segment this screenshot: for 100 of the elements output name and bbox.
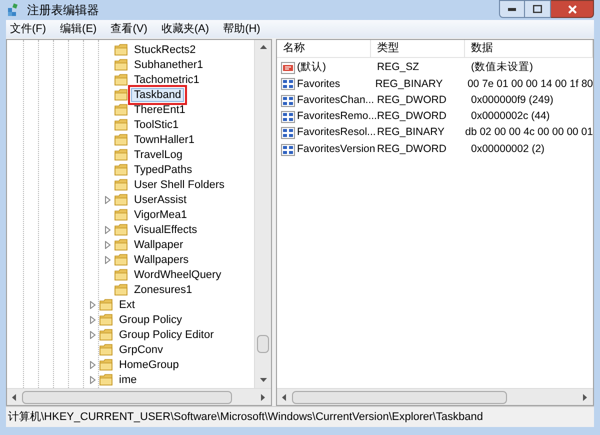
tree-item[interactable]: Group Policy Editor xyxy=(116,328,217,342)
horizontal-scrollbar[interactable] xyxy=(277,388,593,405)
folder-icon xyxy=(114,118,128,131)
scrollbar-thumb[interactable] xyxy=(257,335,269,353)
expand-arrow-icon[interactable] xyxy=(105,256,111,264)
binary-value-icon xyxy=(281,127,295,140)
table-cell-text: FavoritesResol... xyxy=(297,125,376,140)
binary-value-icon xyxy=(281,111,295,124)
tree-item[interactable]: Ext xyxy=(116,298,138,312)
folder-icon xyxy=(114,148,128,161)
tree-item[interactable]: TypedPaths xyxy=(131,162,196,176)
menu-item[interactable]: 帮助(H) xyxy=(223,20,260,38)
tree-item[interactable]: WordWheelQuery xyxy=(131,268,224,282)
tree-item[interactable]: VigorMea1 xyxy=(131,208,190,222)
folder-icon xyxy=(99,313,113,326)
scrollbar-thumb[interactable] xyxy=(292,390,507,404)
tree-item[interactable]: ToolStic1 xyxy=(131,118,182,132)
tree-item[interactable]: GrpConv xyxy=(116,342,166,356)
expand-arrow-icon[interactable] xyxy=(90,360,96,368)
folder-icon xyxy=(114,73,128,86)
scroll-down-arrow-icon[interactable] xyxy=(260,377,266,384)
tree-item[interactable]: TownHaller1 xyxy=(131,132,198,146)
folder-icon xyxy=(114,223,128,236)
window-title: 注册表编辑器 xyxy=(27,2,99,19)
table-cell-text: 0x000000f9 (249) xyxy=(470,92,554,108)
expand-arrow-icon[interactable] xyxy=(90,376,96,384)
table-cell-text: REG_SZ xyxy=(376,60,420,76)
folder-icon xyxy=(114,208,128,221)
folder-icon xyxy=(99,373,113,386)
tree-item[interactable]: Wallpapers xyxy=(131,252,192,266)
tree-item[interactable]: VisualEffects xyxy=(131,222,200,236)
folder-icon xyxy=(114,103,128,116)
expand-arrow-icon[interactable] xyxy=(90,330,96,338)
string-value-icon xyxy=(281,62,295,74)
binary-value-icon xyxy=(281,144,295,156)
folder-icon xyxy=(114,283,128,296)
tree-item[interactable]: UserAssist xyxy=(131,192,190,206)
folder-icon xyxy=(114,268,128,281)
binary-value-icon xyxy=(281,78,295,90)
close-icon xyxy=(568,4,576,14)
tree-item[interactable]: Tachometric1 xyxy=(131,72,202,86)
table-cell-text: 0x00000002 (2) xyxy=(470,142,545,157)
table-cell-text: Favorites xyxy=(297,76,340,92)
folder-icon xyxy=(114,88,128,101)
menu-item[interactable]: 收藏夹(A) xyxy=(161,20,210,38)
menu-item[interactable]: 编辑(E) xyxy=(60,20,97,38)
vertical-scrollbar[interactable] xyxy=(254,40,271,388)
binary-value-icon xyxy=(281,94,295,107)
expand-arrow-icon[interactable] xyxy=(105,240,111,248)
table-cell-text: FavoritesChan... xyxy=(297,92,374,108)
folder-icon xyxy=(99,358,113,371)
expand-arrow-icon[interactable] xyxy=(105,226,111,234)
minimize-button[interactable] xyxy=(499,0,525,18)
tree-item[interactable]: User Shell Folders xyxy=(131,178,228,192)
scroll-right-arrow-icon[interactable] xyxy=(582,394,589,400)
close-button[interactable] xyxy=(551,0,594,18)
expand-arrow-icon[interactable] xyxy=(90,316,96,324)
table-cell-text: 0x0000002c (44) xyxy=(470,109,550,124)
folder-icon xyxy=(114,238,128,251)
folder-icon xyxy=(114,178,128,191)
status-bar: 计算机\HKEY_CURRENT_USER\Software\Microsoft\Windows\CurrentVersion\Explorer\Taskband xyxy=(6,406,594,427)
scroll-right-arrow-icon[interactable] xyxy=(260,394,267,400)
table-cell-text: REG_BINARY xyxy=(374,76,444,92)
column-header[interactable]: 名称 xyxy=(277,40,371,57)
minimize-icon xyxy=(508,8,516,10)
column-header[interactable]: 类型 xyxy=(371,40,465,57)
horizontal-scrollbar[interactable] xyxy=(7,388,271,405)
table-cell-text: 00 7e 01 00 00 14 00 1f 80 xyxy=(466,76,593,92)
scroll-up-arrow-icon[interactable] xyxy=(260,44,266,51)
tree-item[interactable]: Wallpaper xyxy=(131,238,186,252)
scrollbar-thumb[interactable] xyxy=(22,390,232,404)
scroll-left-arrow-icon[interactable] xyxy=(281,394,288,400)
tree-item[interactable]: ime xyxy=(116,372,140,386)
folder-icon xyxy=(99,298,113,311)
folder-icon xyxy=(114,58,128,71)
folder-icon xyxy=(114,163,128,176)
tree-item[interactable]: Zonesures1 xyxy=(131,282,196,296)
folder-icon xyxy=(114,133,128,146)
tree-item[interactable]: Group Policy xyxy=(116,312,185,326)
table-cell-text: (默认) xyxy=(297,60,326,76)
table-cell-text: (数值未设置) xyxy=(470,60,533,76)
menu-item[interactable]: 查看(V) xyxy=(110,20,148,38)
column-header[interactable]: 数据 xyxy=(465,40,593,57)
expand-arrow-icon[interactable] xyxy=(90,300,96,308)
tree-item[interactable]: Subhanether1 xyxy=(131,58,206,72)
menu-item[interactable]: 文件(F) xyxy=(10,20,46,38)
folder-icon xyxy=(99,328,113,341)
folder-icon xyxy=(114,253,128,266)
folder-icon xyxy=(99,343,113,356)
scroll-left-arrow-icon[interactable] xyxy=(11,394,18,400)
folder-icon xyxy=(114,43,128,56)
expand-arrow-icon[interactable] xyxy=(105,196,111,204)
table-cell-text: FavoritesVersion xyxy=(297,142,376,157)
tree-item[interactable]: StuckRects2 xyxy=(131,42,199,56)
tree-item[interactable]: TravelLog xyxy=(131,148,186,162)
folder-icon xyxy=(114,193,128,206)
tree-item[interactable]: ThereEnt1 xyxy=(131,102,188,116)
maximize-button[interactable] xyxy=(525,0,551,18)
table-cell-text: db 02 00 00 4c 00 00 00 01 xyxy=(464,125,593,140)
tree-item[interactable]: HomeGroup xyxy=(116,358,182,372)
